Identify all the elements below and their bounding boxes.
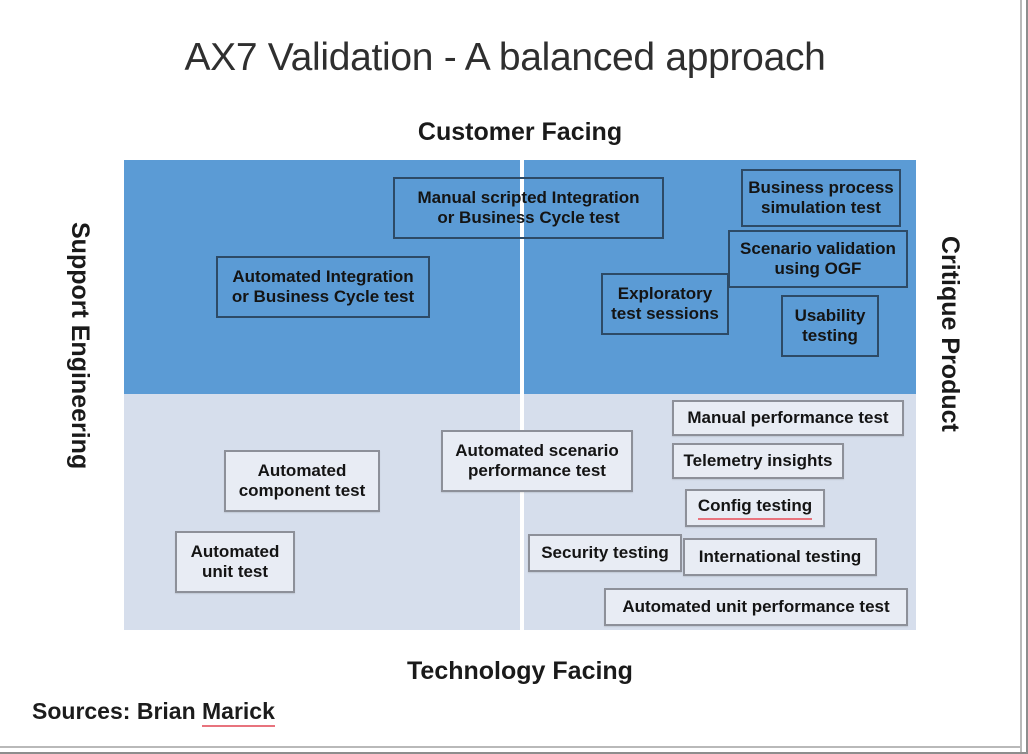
node-line-1: Automated bbox=[190, 541, 280, 561]
node-line-2: component test bbox=[238, 481, 366, 500]
node-line-2: test sessions bbox=[611, 304, 719, 323]
page-title: AX7 Validation - A balanced approach bbox=[184, 36, 826, 79]
frame-border-right-inner bbox=[1020, 0, 1022, 754]
node-line-1: Business process bbox=[748, 177, 894, 197]
sources-label: Sources: bbox=[32, 698, 131, 724]
node-line-2: simulation test bbox=[761, 198, 881, 217]
node-international-testing[interactable]: International testing bbox=[683, 538, 877, 576]
node-label: Automated unit performance test bbox=[622, 596, 890, 616]
slide-canvas: AX7 Validation - A balanced approach Cus… bbox=[0, 0, 1028, 754]
node-security-testing[interactable]: Security testing bbox=[528, 534, 682, 572]
node-automated-unit-test[interactable]: Automated unit test bbox=[175, 531, 295, 593]
node-telemetry-insights[interactable]: Telemetry insights bbox=[672, 443, 844, 479]
node-label: Manual performance test bbox=[687, 407, 889, 427]
axis-label-technology-facing: Technology Facing bbox=[407, 657, 633, 685]
node-manual-performance-test[interactable]: Manual performance test bbox=[672, 400, 904, 436]
node-label: Config testing bbox=[697, 496, 813, 520]
sources-author-last: Marick bbox=[202, 698, 275, 727]
node-label: Telemetry insights bbox=[683, 450, 833, 470]
node-line-1: Manual scripted Integration bbox=[417, 187, 640, 207]
node-business-process-simulation-test[interactable]: Business process simulation test bbox=[741, 169, 901, 227]
node-line-1: Automated bbox=[257, 460, 347, 480]
node-manual-scripted-integration[interactable]: Manual scripted Integration or Business … bbox=[393, 177, 664, 239]
axis-label-critique-product: Critique Product bbox=[936, 236, 964, 432]
node-automated-scenario-performance-test[interactable]: Automated scenario performance test bbox=[441, 430, 633, 492]
node-scenario-validation-using-ogf[interactable]: Scenario validation using OGF bbox=[728, 230, 908, 288]
frame-border-bottom-inner bbox=[0, 746, 1022, 748]
node-line-1: Scenario validation bbox=[740, 238, 896, 258]
node-automated-component-test[interactable]: Automated component test bbox=[224, 450, 380, 512]
testing-quadrants-matrix: Manual scripted Integration or Business … bbox=[124, 160, 916, 630]
node-line-2: using OGF bbox=[774, 259, 862, 278]
node-label: International testing bbox=[698, 546, 862, 566]
node-config-testing[interactable]: Config testing bbox=[685, 489, 825, 527]
node-line-2: testing bbox=[802, 326, 858, 345]
node-line-1: Exploratory bbox=[617, 283, 713, 303]
node-line-2: or Business Cycle test bbox=[437, 208, 620, 227]
node-line-2: unit test bbox=[201, 562, 269, 581]
node-usability-testing[interactable]: Usability testing bbox=[781, 295, 879, 357]
sources-author-first: Brian bbox=[136, 698, 203, 724]
sources-line: Sources: Brian Marick bbox=[32, 698, 275, 727]
node-automated-unit-performance-test[interactable]: Automated unit performance test bbox=[604, 588, 908, 626]
node-exploratory-test-sessions[interactable]: Exploratory test sessions bbox=[601, 273, 729, 335]
node-line-2: or Business Cycle test bbox=[231, 287, 415, 306]
node-line-2: performance test bbox=[468, 461, 606, 480]
node-line-1: Automated scenario bbox=[455, 440, 619, 460]
node-automated-integration-business-cycle-test[interactable]: Automated Integration or Business Cycle … bbox=[216, 256, 430, 318]
axis-label-customer-facing: Customer Facing bbox=[417, 118, 623, 146]
node-line-1: Usability bbox=[794, 305, 866, 325]
axis-label-support-engineering: Support Engineering bbox=[66, 222, 94, 470]
node-label: Security testing bbox=[541, 542, 669, 562]
node-line-1: Automated Integration bbox=[232, 266, 414, 286]
